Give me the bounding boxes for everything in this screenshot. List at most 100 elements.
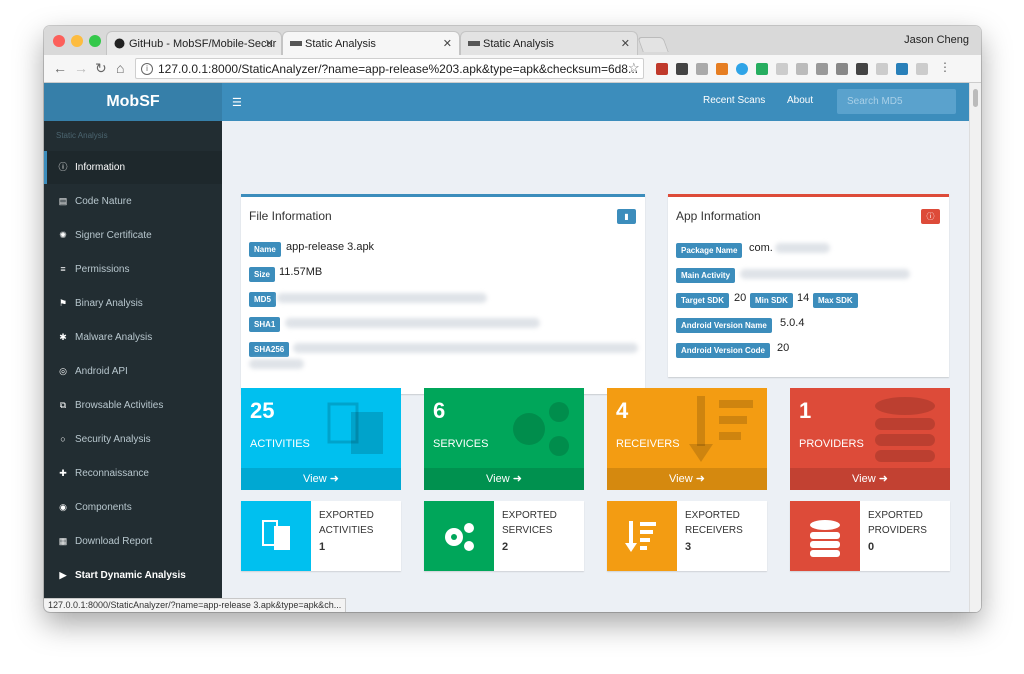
exported-label: EXPORTED (685, 510, 740, 521)
version-name-label: Android Version Name (676, 318, 772, 333)
translate-icon (262, 520, 290, 550)
home-icon[interactable]: ⌂ (116, 60, 124, 76)
close-window-button[interactable] (53, 35, 65, 47)
sidebar-item-label: Information (75, 162, 126, 173)
back-icon[interactable]: ← (53, 60, 67, 76)
tab-github[interactable]: GitHub - MobSF/Mobile-Secur ✕ (106, 31, 282, 55)
extension-icon[interactable] (876, 63, 888, 75)
new-tab-button[interactable] (637, 37, 669, 52)
forward-icon[interactable]: → (74, 60, 88, 76)
md5-value-redacted (277, 293, 487, 303)
tab-static-analysis[interactable]: Static Analysis ✕ (460, 31, 638, 55)
name-value: app-release 3.apk (286, 241, 375, 253)
sidebar-item-permissions[interactable]: ≡ Permissions (44, 253, 222, 286)
profile-name[interactable]: Jason Cheng (904, 34, 969, 46)
api-icon: ◎ (59, 366, 67, 376)
site-info-icon[interactable]: i (141, 63, 153, 75)
ublock-extension-icon[interactable] (656, 63, 668, 75)
extension-icon[interactable] (836, 63, 848, 75)
box-title: App Information (676, 209, 761, 223)
size-label: Size (249, 267, 276, 282)
sidebar-item-start-dynamic-analysis[interactable]: ▶ Start Dynamic Analysis (44, 559, 222, 592)
tab-title: GitHub - MobSF/Mobile-Secur (129, 38, 277, 50)
extension-icon[interactable] (776, 63, 788, 75)
sidebar-item-label: Malware Analysis (75, 332, 153, 343)
extension-icon[interactable] (816, 63, 828, 75)
app-information-box: App Information ⓘ Package Name com. Main… (668, 194, 949, 377)
sha256-value-redacted-line2 (249, 359, 304, 369)
app-logo[interactable]: MobSF (44, 83, 222, 121)
extension-icon[interactable] (896, 63, 908, 75)
scrollbar-thumb[interactable] (973, 89, 978, 107)
main-activity-label: Main Activity (676, 268, 736, 283)
page-scrollbar[interactable] (969, 83, 981, 612)
browser-menu-icon[interactable]: ⋮ (939, 60, 951, 74)
sidebar-item-binary-analysis[interactable]: ⚑ Binary Analysis (44, 287, 222, 320)
menu-toggle-icon[interactable]: ☰ (232, 96, 242, 109)
sidebar-item-information[interactable]: ⓘ Information (44, 151, 222, 184)
version-name-value: 5.0.4 (780, 317, 805, 329)
close-tab-icon[interactable]: ✕ (443, 37, 452, 50)
extension-icon[interactable] (756, 63, 768, 75)
extension-icon[interactable] (676, 63, 688, 75)
tab-static-analysis-active[interactable]: Static Analysis ✕ (282, 31, 460, 55)
top-navbar: ☰ Recent Scans About Search MD5 (222, 83, 969, 121)
sidebar-item-components[interactable]: ◉ Components (44, 491, 222, 524)
sidebar-item-android-api[interactable]: ◎ Android API (44, 355, 222, 388)
sha256-value-redacted (293, 343, 638, 353)
bookmark-star-icon[interactable]: ☆ (628, 60, 640, 76)
translate-icon (327, 402, 383, 454)
exported-receivers-box: EXPORTED RECEIVERS 3 (607, 501, 767, 571)
flag-icon: ⚑ (58, 298, 68, 308)
about-link[interactable]: About (787, 95, 813, 106)
extension-icon[interactable] (796, 63, 808, 75)
extension-icon[interactable] (916, 63, 928, 75)
minimize-window-button[interactable] (71, 35, 83, 47)
services-count: 6 (433, 398, 446, 423)
sidebar-item-security-analysis[interactable]: ○ Security Analysis (44, 423, 222, 456)
report-icon: ▦ (58, 536, 68, 546)
code-icon: ▤ (58, 196, 68, 206)
extension-icon[interactable] (696, 63, 708, 75)
activities-view-link[interactable]: View ➜ (241, 468, 401, 490)
sha1-value-redacted (285, 318, 540, 328)
min-sdk-value: 14 (797, 292, 810, 304)
sidebar-item-label: Download Report (75, 536, 153, 547)
sidebar-item-label: Start Dynamic Analysis (75, 570, 186, 581)
version-code-label: Android Version Code (676, 343, 771, 358)
sidebar-item-code-nature[interactable]: ▤ Code Nature (44, 185, 222, 218)
providers-view-link[interactable]: View ➜ (790, 468, 950, 490)
maximize-window-button[interactable] (89, 35, 101, 47)
max-sdk-label: Max SDK (813, 293, 858, 308)
extension-icon[interactable] (716, 63, 728, 75)
sidebar-item-malware-analysis[interactable]: ✱ Malware Analysis (44, 321, 222, 354)
close-tab-icon[interactable]: ✕ (265, 37, 274, 50)
sidebar-item-reconnaissance[interactable]: ✚ Reconnaissance (44, 457, 222, 490)
info-icon: ⓘ (58, 162, 68, 172)
reload-icon[interactable]: ↻ (95, 60, 107, 77)
sidebar-item-label: Browsable Activities (75, 400, 164, 411)
exported-providers-box: EXPORTED PROVIDERS 0 (790, 501, 950, 571)
extension-icon[interactable] (736, 63, 748, 75)
receivers-view-link[interactable]: View ➜ (607, 468, 767, 490)
sha1-label: SHA1 (249, 317, 281, 332)
sidebar-item-label: Components (75, 502, 132, 513)
copy-icon: ⧉ (59, 400, 67, 410)
search-md5-input[interactable]: Search MD5 (837, 89, 956, 114)
sidebar: MobSF Static Analysis ⓘ Information ▤ Co… (44, 83, 222, 612)
github-icon (114, 38, 125, 49)
sidebar-item-signer-certificate[interactable]: ✺ Signer Certificate (44, 219, 222, 252)
sidebar-item-browsable-activities[interactable]: ⧉ Browsable Activities (44, 389, 222, 422)
close-tab-icon[interactable]: ✕ (621, 37, 630, 50)
services-tile: 6 SERVICES View ➜ (424, 388, 584, 490)
certificate-icon: ✺ (59, 230, 67, 240)
sidebar-item-download-report[interactable]: ▦ Download Report (44, 525, 222, 558)
url-input[interactable]: i 127.0.0.1:8000/StaticAnalyzer/?name=ap… (135, 58, 644, 79)
services-view-link[interactable]: View ➜ (424, 468, 584, 490)
view-label: View (852, 473, 876, 485)
exported-activities-label: ACTIVITIES (319, 525, 374, 536)
extension-icon[interactable] (856, 63, 868, 75)
recent-scans-link[interactable]: Recent Scans (703, 95, 765, 106)
md5-label: MD5 (249, 292, 276, 307)
exported-services-label: SERVICES (502, 525, 553, 536)
